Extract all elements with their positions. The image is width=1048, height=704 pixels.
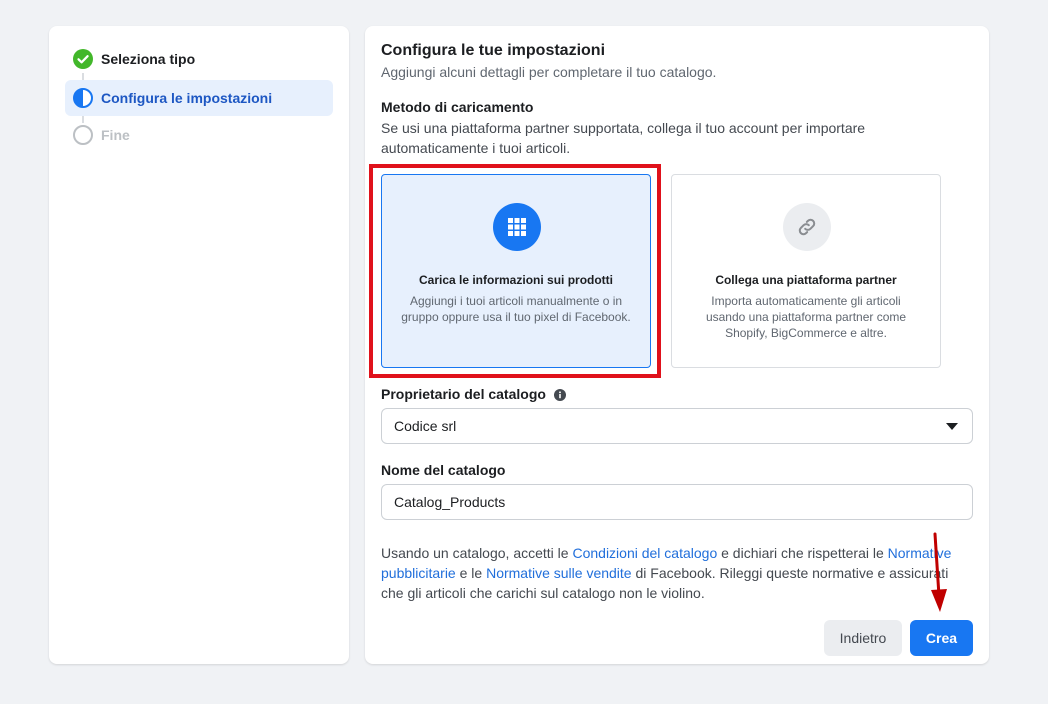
page-subtitle: Aggiungi alcuni dettagli per completare … (381, 64, 717, 80)
check-circle-icon (73, 49, 93, 69)
create-button[interactable]: Crea (910, 620, 973, 656)
link-icon (783, 203, 831, 251)
back-button[interactable]: Indietro (824, 620, 902, 656)
annotation-arrow-icon (931, 532, 947, 612)
catalog-name-input[interactable]: Catalog_Products (381, 484, 973, 520)
page-title: Configura le tue impostazioni (381, 42, 606, 59)
step-finish[interactable]: Fine (65, 117, 333, 153)
step-select-type[interactable]: Seleziona tipo (65, 41, 333, 77)
step-label: Seleziona tipo (101, 51, 196, 67)
empty-circle-icon (73, 125, 93, 145)
steps-panel: Seleziona tipo Configura le impostazioni… (49, 26, 349, 664)
catalog-owner-select[interactable]: Codice srl (381, 408, 973, 444)
chevron-down-icon (946, 423, 958, 430)
terms-text: Usando un catalogo, accetti le Condizion… (381, 543, 973, 603)
option-title: Collega una piattaforma partner (715, 273, 897, 287)
option-connect-partner[interactable]: Collega una piattaforma partner Importa … (671, 174, 941, 368)
catalog-terms-link[interactable]: Condizioni del catalogo (572, 545, 717, 561)
info-icon[interactable] (553, 389, 566, 401)
half-circle-progress-icon (73, 88, 93, 108)
catalog-owner-label-text: Proprietario del catalogo (381, 386, 546, 402)
upload-method-description: Se usi una piattaforma partner supportat… (381, 120, 866, 156)
catalog-owner-label: Proprietario del catalogo (381, 386, 566, 402)
upload-method-heading: Metodo di caricamento (381, 99, 534, 115)
option-description: Importa automaticamente gli articoli usa… (705, 294, 907, 340)
catalog-name-label: Nome del catalogo (381, 462, 506, 478)
terms-text-part: e le (455, 565, 487, 581)
commerce-policies-link[interactable]: Normative sulle vendite (486, 565, 632, 581)
catalog-owner-value: Codice srl (394, 418, 457, 434)
terms-text-part: Usando un catalogo, accetti le (381, 545, 573, 561)
settings-panel: Configura le tue impostazioni Aggiungi a… (365, 26, 989, 664)
catalog-name-value: Catalog_Products (394, 494, 506, 510)
terms-text-part: e dichiari che rispetterai le (717, 545, 888, 561)
option-upload-products[interactable]: Carica le informazioni sui prodotti Aggi… (381, 174, 651, 368)
grid-icon (493, 203, 541, 251)
step-configure-settings[interactable]: Configura le impostazioni (65, 80, 333, 116)
option-description: Aggiungi i tuoi articoli manualmente o i… (401, 294, 631, 324)
step-label: Configura le impostazioni (101, 90, 273, 106)
step-label: Fine (101, 127, 130, 143)
option-title: Carica le informazioni sui prodotti (418, 273, 614, 287)
